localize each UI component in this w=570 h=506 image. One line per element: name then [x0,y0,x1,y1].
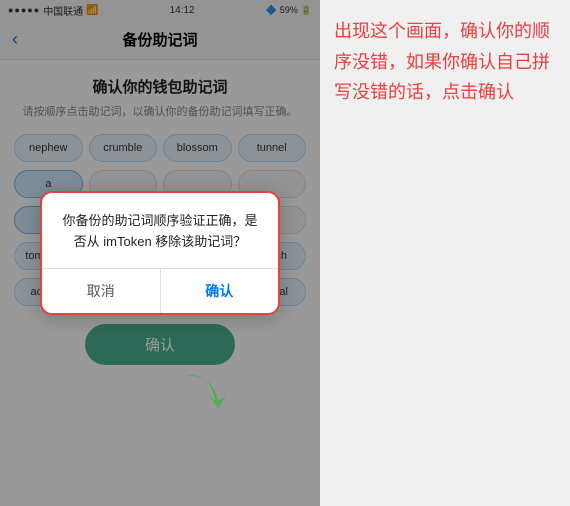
dialog-message: 你备份的助记词顺序验证正确，是否从 imToken 移除该助记词？ [58,211,262,253]
dialog-cancel-button[interactable]: 取消 [42,269,161,313]
arrow-wrap [180,366,230,421]
green-arrow-icon [180,366,230,416]
annotation-text: 出现这个画面，确认你的顺序没错，如果你确认自己拼写没错的话，点击确认 [334,16,556,108]
phone-frame: ●●●●● 中国联通 📶 14:12 🔷 59% 🔋 ‹ 备份助记词 确认你的钱… [0,0,320,506]
dialog-overlay: 你备份的助记词顺序验证正确，是否从 imToken 移除该助记词？ 取消 确认 [0,0,320,506]
annotation-panel: 出现这个画面，确认你的顺序没错，如果你确认自己拼写没错的话，点击确认 [320,0,570,506]
dialog-ok-button[interactable]: 确认 [161,269,279,313]
dialog-buttons: 取消 确认 [42,268,278,313]
dialog-box: 你备份的助记词顺序验证正确，是否从 imToken 移除该助记词？ 取消 确认 [40,191,280,316]
